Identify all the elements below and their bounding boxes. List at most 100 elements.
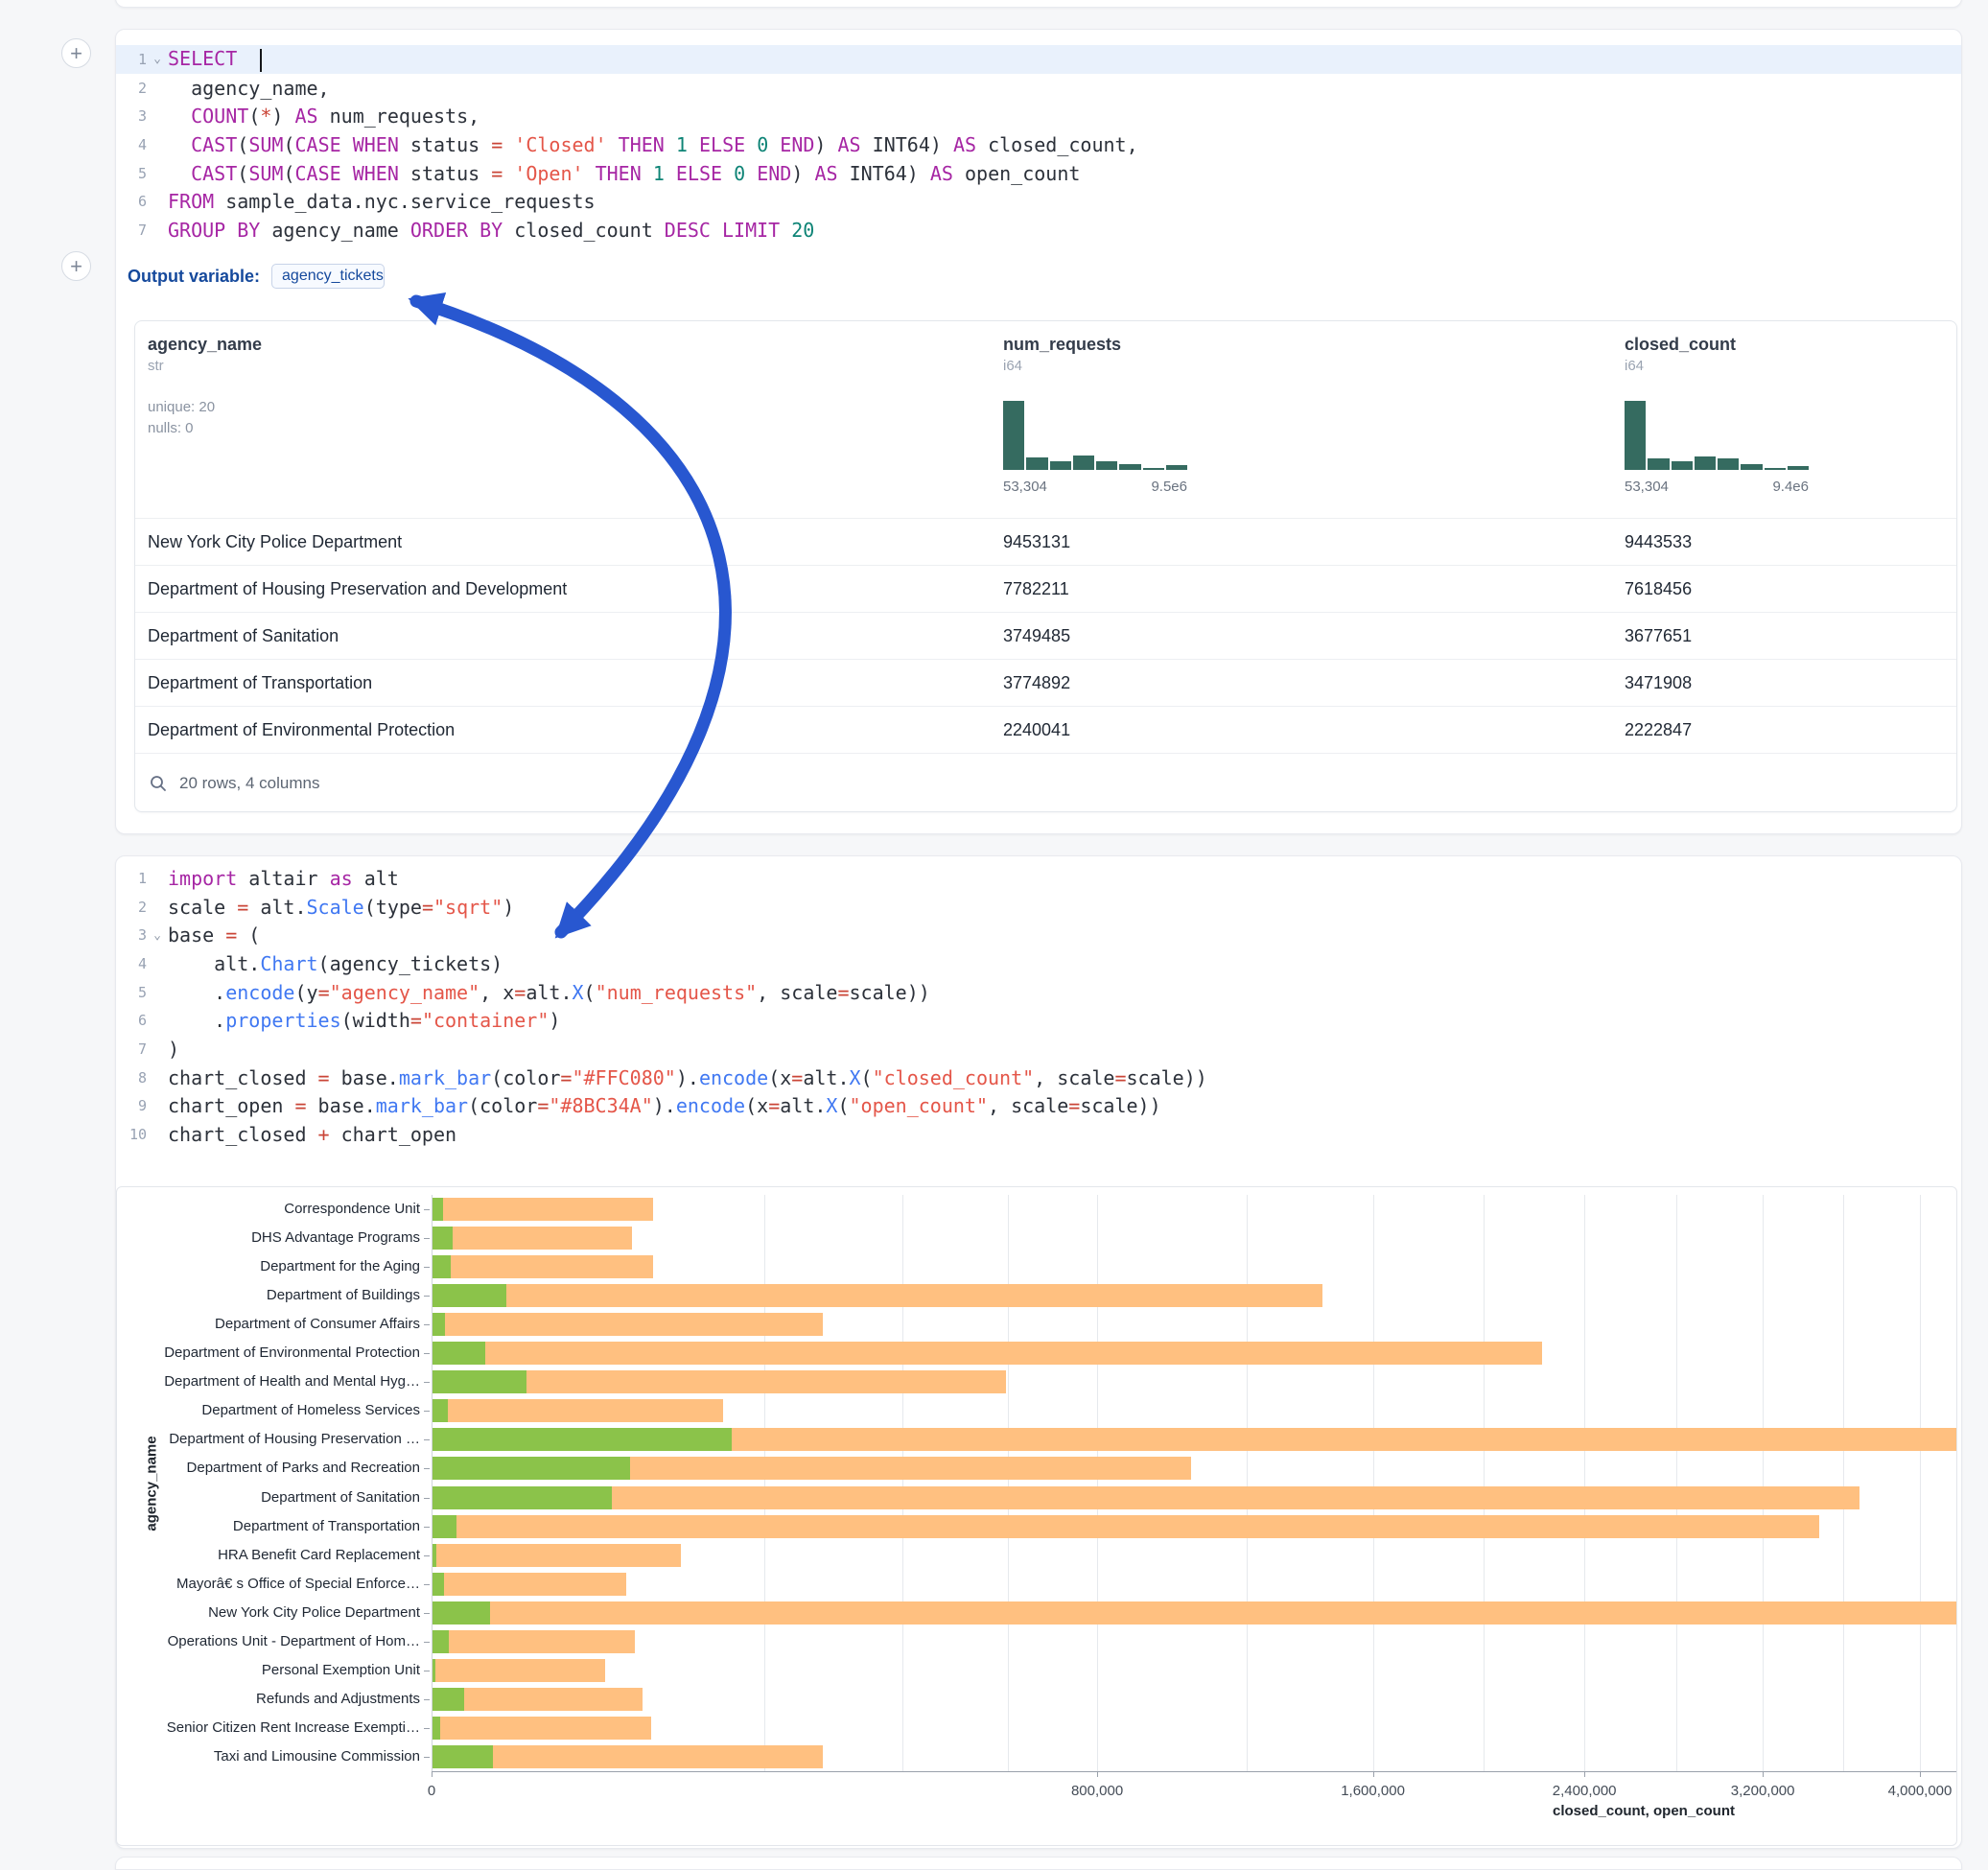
bar-open[interactable]: [433, 1515, 456, 1538]
bar-open[interactable]: [433, 1313, 445, 1336]
column-histogram[interactable]: [1003, 401, 1187, 470]
bar-open[interactable]: [433, 1342, 485, 1365]
output-variable-pill[interactable]: agency_tickets: [271, 264, 385, 289]
bar-open[interactable]: [433, 1486, 612, 1509]
code-line[interactable]: 6 .properties(width="container"): [116, 1006, 1961, 1035]
y-axis-tick: [424, 1411, 430, 1412]
bar-closed[interactable]: [433, 1515, 1819, 1538]
column-header-agency_name[interactable]: agency_namestrunique: 20nulls: 0: [148, 335, 262, 436]
y-axis-tick: [424, 1498, 430, 1499]
bar-closed[interactable]: [433, 1342, 1542, 1365]
code-line[interactable]: 6FROM sample_data.nyc.service_requests: [116, 187, 1961, 216]
bar-open[interactable]: [433, 1717, 440, 1740]
column-histogram[interactable]: [1625, 401, 1809, 470]
column-header-num_requests[interactable]: num_requestsi6453,3049.5e6: [1003, 335, 1187, 495]
column-name: num_requests: [1003, 335, 1187, 355]
code-line[interactable]: 9chart_open = base.mark_bar(color="#8BC3…: [116, 1092, 1961, 1121]
code-line[interactable]: 1import altair as alt: [116, 864, 1961, 893]
y-axis-tick: [424, 1209, 430, 1210]
bar-closed[interactable]: [433, 1313, 823, 1336]
column-type: i64: [1003, 358, 1187, 374]
bar-closed[interactable]: [433, 1486, 1859, 1509]
bar-closed[interactable]: [433, 1198, 653, 1221]
histogram-bar: [1718, 458, 1739, 470]
y-axis-tick: [424, 1267, 430, 1268]
bar-closed[interactable]: [433, 1544, 681, 1567]
code-tokens: base = (: [168, 923, 260, 947]
bar-open[interactable]: [433, 1573, 444, 1596]
bar-open[interactable]: [433, 1255, 451, 1278]
bar-open[interactable]: [433, 1457, 630, 1480]
line-number: 10: [116, 1126, 147, 1143]
line-number: 8: [116, 1069, 147, 1087]
code-line[interactable]: 7GROUP BY agency_name ORDER BY closed_co…: [116, 216, 1961, 245]
code-line[interactable]: 3⌄base = (: [116, 921, 1961, 949]
code-line[interactable]: 1⌄SELECT: [116, 45, 1961, 74]
column-type: str: [148, 358, 262, 374]
y-axis-label: Department of Transportation: [117, 1518, 420, 1535]
table-row[interactable]: New York City Police Department945313194…: [135, 518, 1956, 565]
code-line[interactable]: 10chart_closed + chart_open: [116, 1120, 1961, 1149]
code-line[interactable]: 4 alt.Chart(agency_tickets): [116, 949, 1961, 978]
table-row[interactable]: Department of Sanitation37494853677651: [135, 612, 1956, 659]
bar-open[interactable]: [433, 1399, 448, 1422]
bar-closed[interactable]: [433, 1255, 653, 1278]
bar-open[interactable]: [433, 1370, 526, 1393]
bar-closed[interactable]: [433, 1227, 632, 1250]
code-line[interactable]: 4 CAST(SUM(CASE WHEN status = 'Closed' T…: [116, 130, 1961, 159]
bar-closed[interactable]: [433, 1717, 651, 1740]
y-axis-tick: [424, 1353, 430, 1354]
bar-open[interactable]: [433, 1745, 493, 1768]
gridline: [764, 1195, 765, 1771]
code-tokens: FROM sample_data.nyc.service_requests: [168, 190, 596, 213]
table-row[interactable]: Department of Housing Preservation and D…: [135, 565, 1956, 612]
y-axis-tick: [424, 1613, 430, 1614]
column-header-closed_count[interactable]: closed_counti6453,3049.4e6: [1625, 335, 1809, 495]
table-cell: 3471908: [1625, 660, 1692, 706]
bar-closed[interactable]: [433, 1399, 723, 1422]
collapse-chevron-icon[interactable]: ⌄: [147, 52, 168, 66]
bar-open[interactable]: [433, 1227, 453, 1250]
code-tokens: CAST(SUM(CASE WHEN status = 'Closed' THE…: [168, 133, 1138, 156]
bar-open[interactable]: [433, 1659, 435, 1682]
bar-closed[interactable]: [433, 1659, 605, 1682]
y-axis-tick: [424, 1468, 430, 1469]
bar-closed[interactable]: [433, 1573, 626, 1596]
x-axis-tick: [432, 1771, 433, 1777]
bar-open[interactable]: [433, 1544, 436, 1567]
code-line[interactable]: 7): [116, 1035, 1961, 1064]
code-line[interactable]: 8chart_closed = base.mark_bar(color="#FF…: [116, 1064, 1961, 1092]
python-editor[interactable]: 1import altair as alt2scale = alt.Scale(…: [116, 864, 1961, 1149]
table-row[interactable]: Department of Environmental Protection22…: [135, 706, 1956, 753]
bar-closed[interactable]: [433, 1601, 1957, 1625]
line-number: 7: [116, 222, 147, 239]
search-icon[interactable]: [149, 774, 168, 793]
bar-open[interactable]: [433, 1688, 464, 1711]
gridline: [1097, 1195, 1098, 1771]
code-line[interactable]: 2scale = alt.Scale(type="sqrt"): [116, 893, 1961, 922]
add-cell-button[interactable]: +: [61, 38, 91, 68]
bar-closed[interactable]: [433, 1284, 1322, 1307]
code-line[interactable]: 2 agency_name,: [116, 74, 1961, 103]
bar-open[interactable]: [433, 1198, 443, 1221]
sql-editor[interactable]: 1⌄SELECT 2 agency_name,3 COUNT(*) AS num…: [116, 45, 1961, 245]
table-row-count: 20 rows, 4 columns: [179, 774, 319, 793]
code-line[interactable]: 3 COUNT(*) AS num_requests,: [116, 102, 1961, 130]
collapse-chevron-icon[interactable]: ⌄: [147, 928, 168, 943]
code-line[interactable]: 5 .encode(y="agency_name", x=alt.X("num_…: [116, 978, 1961, 1007]
y-axis-title: agency_name: [144, 1436, 160, 1531]
y-axis-tick: [424, 1584, 430, 1585]
line-number: 3: [116, 926, 147, 944]
bar-open[interactable]: [433, 1630, 449, 1653]
bar-open[interactable]: [433, 1284, 506, 1307]
bar-closed[interactable]: [433, 1688, 643, 1711]
table-row[interactable]: Department of Transportation377489234719…: [135, 659, 1956, 706]
bar-closed[interactable]: [433, 1630, 635, 1653]
bar-open[interactable]: [433, 1428, 732, 1451]
bar-open[interactable]: [433, 1601, 490, 1625]
code-line[interactable]: 5 CAST(SUM(CASE WHEN status = 'Open' THE…: [116, 159, 1961, 188]
add-cell-button[interactable]: +: [61, 251, 91, 281]
bar-chart[interactable]: Correspondence UnitDHS Advantage Program…: [117, 1187, 1956, 1845]
y-axis-label: Department of Health and Mental Hyg…: [117, 1373, 420, 1391]
x-axis-title: closed_count, open_count: [1553, 1803, 1735, 1819]
